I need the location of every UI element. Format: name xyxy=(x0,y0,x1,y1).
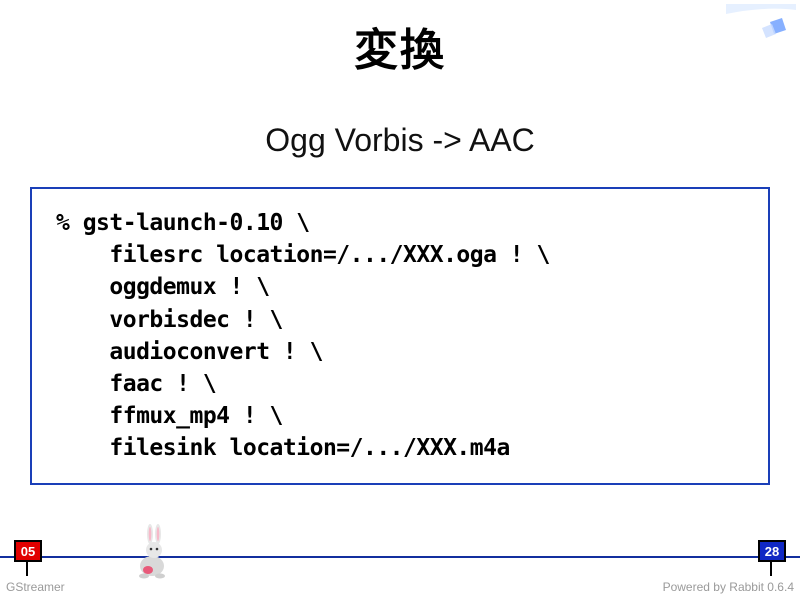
progress-line xyxy=(0,556,800,558)
corner-decoration-icon xyxy=(726,4,796,44)
slide-subtitle: Ogg Vorbis -> AAC xyxy=(0,122,800,159)
rabbit-icon xyxy=(130,520,180,580)
footer-left: GStreamer xyxy=(6,580,65,594)
progress-current-flag: 05 xyxy=(14,540,42,562)
code-block: % gst-launch-0.10 \ filesrc location=/..… xyxy=(30,187,770,485)
progress-total: 28 xyxy=(765,544,779,559)
slide-title: 変換 xyxy=(0,0,800,78)
footer-right: Powered by Rabbit 0.6.4 xyxy=(663,580,794,594)
progress-total-flag: 28 xyxy=(758,540,786,562)
progress-current: 05 xyxy=(21,544,35,559)
code-content: % gst-launch-0.10 \ filesrc location=/..… xyxy=(56,207,754,465)
slide: 変換 Ogg Vorbis -> AAC % gst-launch-0.10 \… xyxy=(0,0,800,600)
